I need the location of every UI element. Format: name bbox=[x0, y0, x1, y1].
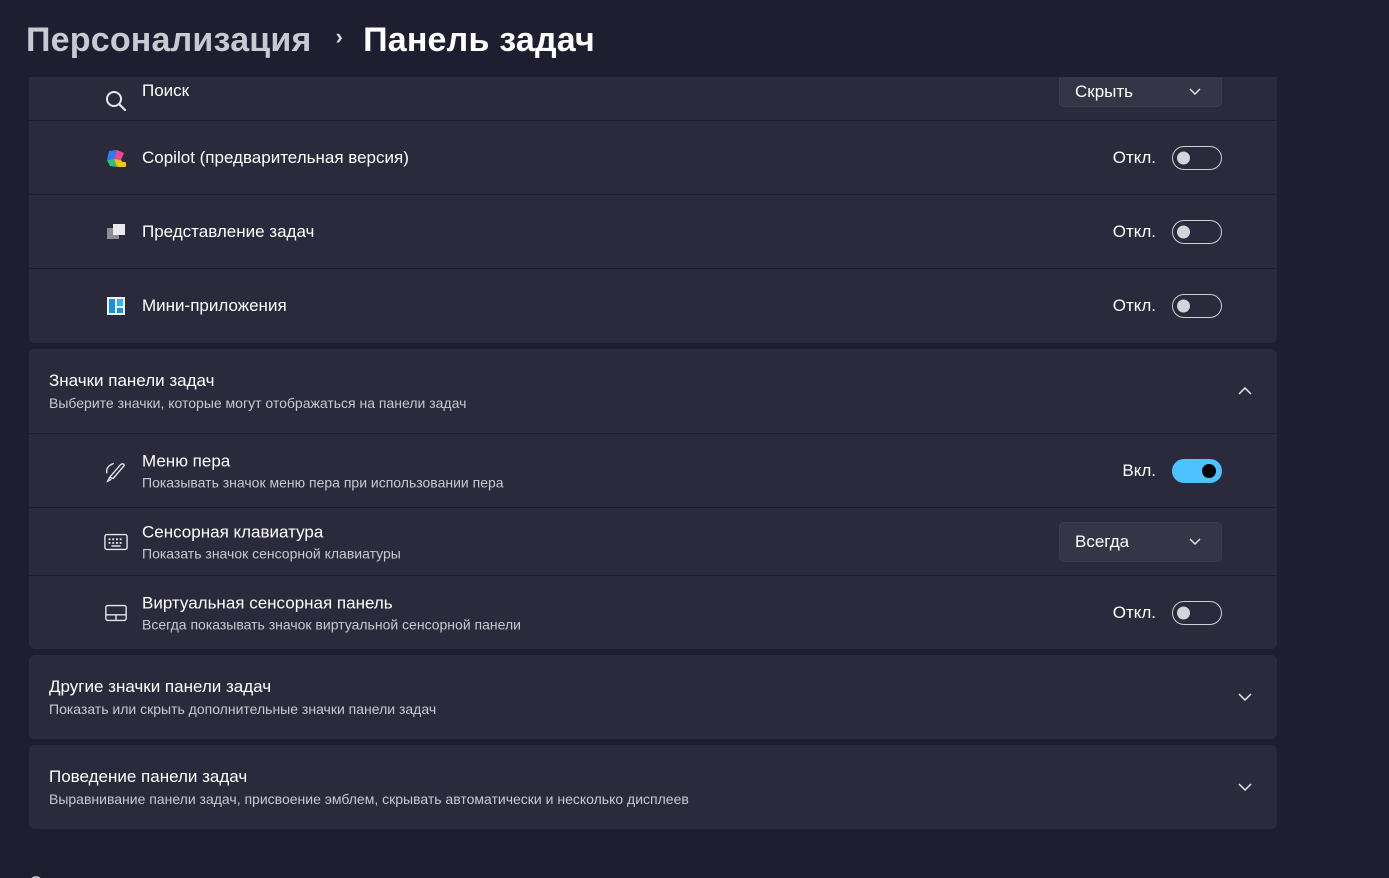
taskbar-behavior-section[interactable]: Поведение панели задач Выравнивание пане… bbox=[29, 745, 1277, 829]
virtual-touchpad-toggle[interactable] bbox=[1172, 600, 1222, 625]
chevron-down-icon bbox=[1189, 536, 1201, 548]
help-links-peek bbox=[28, 868, 88, 878]
section-title: Значки панели задач bbox=[49, 371, 215, 390]
page-title: Панель задач bbox=[363, 20, 595, 59]
task-view-state-label: Откл. bbox=[1112, 221, 1156, 241]
setting-label-virtual-touchpad: Виртуальная сенсорная панель Всегда пока… bbox=[142, 593, 521, 632]
widgets-toggle[interactable] bbox=[1172, 294, 1222, 318]
setting-row-pen-menu: Меню пера Показывать значок меню пера пр… bbox=[29, 434, 1277, 508]
pen-menu-toggle[interactable] bbox=[1172, 458, 1222, 483]
setting-label-pen-menu: Меню пера Показывать значок меню пера пр… bbox=[142, 451, 504, 490]
breadcrumb: Персонализация › Панель задач bbox=[26, 14, 595, 66]
touch-keyboard-dropdown[interactable]: Всегда bbox=[1059, 521, 1222, 562]
other-taskbar-icons-section[interactable]: Другие значки панели задач Показать или … bbox=[29, 655, 1277, 739]
keyboard-icon bbox=[104, 530, 128, 554]
setting-row-copilot: Copilot (предварительная версия) Откл. bbox=[29, 121, 1277, 195]
pen-icon bbox=[104, 459, 128, 483]
task-view-toggle[interactable] bbox=[1172, 219, 1222, 244]
pen-menu-state-label: Вкл. bbox=[1122, 460, 1156, 480]
copilot-state-label: Откл. bbox=[1112, 147, 1156, 167]
taskbar-icons-section-header[interactable]: Значки панели задач Выберите значки, кот… bbox=[29, 349, 1277, 434]
search-icon bbox=[104, 89, 128, 113]
chevron-down-icon[interactable] bbox=[1235, 687, 1255, 707]
setting-row-virtual-touchpad: Виртуальная сенсорная панель Всегда пока… bbox=[29, 576, 1277, 649]
setting-label-search: Поиск bbox=[142, 81, 190, 100]
section-description: Выравнивание панели задач, присвоение эм… bbox=[49, 791, 689, 807]
setting-label-task-view: Представление задач bbox=[142, 221, 315, 241]
setting-label-touch-keyboard: Сенсорная клавиатура Показать значок сен… bbox=[142, 522, 401, 561]
chevron-down-icon[interactable] bbox=[1235, 777, 1255, 797]
touchpad-icon bbox=[104, 601, 128, 625]
breadcrumb-separator: › bbox=[335, 24, 344, 49]
section-description: Показать или скрыть дополнительные значк… bbox=[49, 701, 437, 717]
setting-label-copilot: Copilot (предварительная версия) bbox=[142, 147, 409, 167]
setting-label-widgets: Мини-приложения bbox=[142, 296, 287, 315]
settings-content: Поиск Скрыть Copilot (предварительная ве… bbox=[29, 77, 1277, 829]
search-mode-dropdown[interactable]: Скрыть bbox=[1059, 77, 1222, 107]
setting-row-touch-keyboard: Сенсорная клавиатура Показать значок сен… bbox=[29, 508, 1277, 576]
widgets-state-label: Откл. bbox=[1112, 296, 1156, 315]
section-title: Другие значки панели задач bbox=[49, 677, 272, 696]
task-view-icon bbox=[104, 220, 128, 244]
virtual-touchpad-state-label: Откл. bbox=[1112, 602, 1156, 622]
setting-row-widgets: Мини-приложения Откл. bbox=[29, 269, 1277, 343]
widgets-icon bbox=[104, 294, 128, 318]
copilot-icon bbox=[104, 146, 128, 170]
section-description: Выберите значки, которые могут отображат… bbox=[49, 395, 467, 411]
copilot-toggle[interactable] bbox=[1172, 145, 1222, 170]
touch-keyboard-value: Всегда bbox=[1075, 531, 1130, 551]
chevron-down-icon bbox=[1189, 86, 1201, 98]
setting-row-task-view: Представление задач Откл. bbox=[29, 195, 1277, 269]
search-mode-value: Скрыть bbox=[1075, 81, 1134, 101]
chevron-up-icon[interactable] bbox=[1235, 381, 1255, 401]
section-title: Поведение панели задач bbox=[49, 767, 248, 786]
breadcrumb-parent-link[interactable]: Персонализация bbox=[26, 21, 312, 60]
setting-row-search: Поиск Скрыть bbox=[29, 77, 1277, 121]
